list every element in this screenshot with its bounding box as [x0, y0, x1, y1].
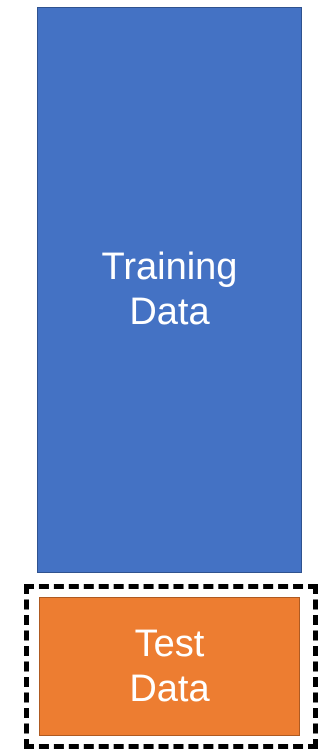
test-data-label: Test Data: [129, 622, 210, 710]
test-data-block: Test Data: [39, 597, 300, 736]
training-data-label: Training Data: [101, 246, 238, 333]
training-data-block: Training Data: [37, 7, 302, 573]
